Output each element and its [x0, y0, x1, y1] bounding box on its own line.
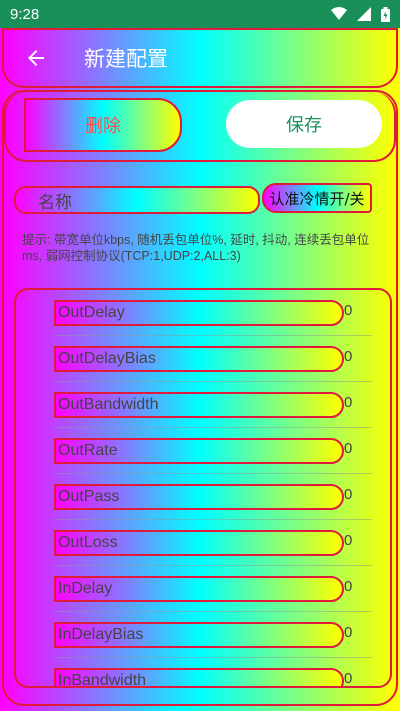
param-list[interactable]: OutDelay 0 OutDelayBias 0 OutBandwidth 0… [14, 288, 392, 688]
param-field-outdelay[interactable]: OutDelay [54, 300, 344, 326]
list-item: OutPass 0 [54, 474, 372, 520]
list-item: OutBandwidth 0 [54, 382, 372, 428]
param-field-outrate[interactable]: OutRate [54, 438, 344, 464]
list-item: OutDelayBias 0 [54, 336, 372, 382]
list-item: InDelay 0 [54, 566, 372, 612]
list-item: OutRate 0 [54, 428, 372, 474]
wifi-icon [331, 7, 347, 21]
param-field-indelaybias[interactable]: InDelayBias [54, 622, 344, 648]
action-row: 删除 保存 [4, 92, 396, 162]
hint-text: 提示: 带宽单位kbps, 随机丢包单位%, 延时, 抖动, 连续丢包单位ms,… [22, 233, 370, 263]
back-button[interactable] [8, 30, 64, 86]
param-value: 0 [344, 486, 353, 503]
delete-button[interactable]: 删除 [24, 98, 182, 152]
signal-icon [357, 7, 371, 21]
param-value: 0 [344, 532, 353, 549]
param-field-outdelaybias[interactable]: OutDelayBias [54, 346, 344, 372]
param-value: 0 [344, 394, 353, 411]
page-title: 新建配置 [84, 48, 168, 71]
battery-icon [381, 6, 390, 22]
save-button[interactable]: 保存 [226, 100, 382, 148]
favorite-toggle-button[interactable]: 认准冷情开/关 [262, 183, 372, 213]
app-bar: 新建配置 [2, 28, 398, 88]
param-value: 0 [344, 302, 353, 319]
list-item: OutDelay 0 [54, 290, 372, 336]
arrow-back-icon [28, 50, 44, 66]
config-panel: 删除 保存 名称 认准冷情开/关 提示: 带宽单位kbps, 随机丢包单位%, … [2, 90, 398, 706]
param-field-outbandwidth[interactable]: OutBandwidth [54, 392, 344, 418]
list-item: OutLoss 0 [54, 520, 372, 566]
param-value: 0 [344, 440, 353, 457]
param-field-outpass[interactable]: OutPass [54, 484, 344, 510]
param-value: 0 [344, 578, 353, 595]
param-field-indelay[interactable]: InDelay [54, 576, 344, 602]
param-field-inbandwidth[interactable]: InBandwidth [54, 668, 344, 686]
status-time: 9:28 [10, 5, 40, 23]
param-field-outloss[interactable]: OutLoss [54, 530, 344, 556]
list-item: InDelayBias 0 [54, 612, 372, 658]
param-value: 0 [344, 624, 353, 641]
param-value: 0 [344, 670, 353, 687]
param-value: 0 [344, 348, 353, 365]
list-item: InBandwidth 0 [54, 658, 372, 687]
name-input[interactable]: 名称 [14, 186, 260, 214]
status-bar: 9:28 [0, 0, 400, 28]
